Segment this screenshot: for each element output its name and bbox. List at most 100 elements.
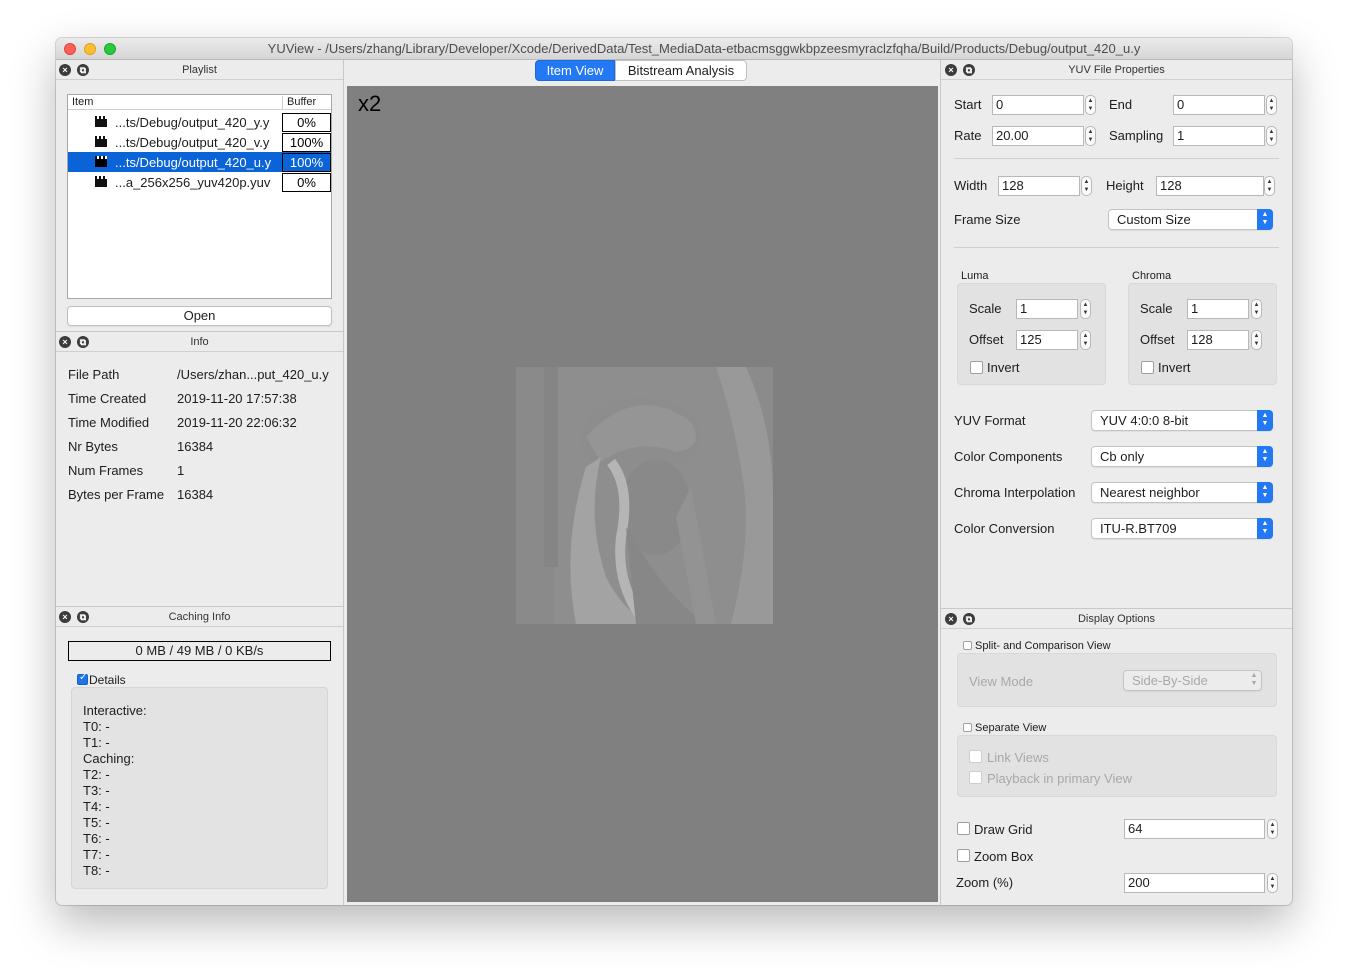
buffer-value: 100% [282, 153, 331, 172]
width-label: Width [954, 178, 988, 193]
end-stepper[interactable]: ▲ ▼ [1266, 95, 1277, 115]
height-stepper[interactable]: ▲ ▼ [1264, 176, 1275, 196]
playlist-item[interactable]: ...ts/Debug/output_420_y.y 0% [68, 112, 331, 132]
start-stepper[interactable]: ▲ ▼ [1085, 95, 1096, 115]
maximize-window-button[interactable] [104, 43, 116, 55]
color-components-select[interactable]: Cb only ▲ ▼ [1091, 446, 1273, 467]
luma-offset-label: Offset [969, 332, 1004, 347]
color-conversion-value: ITU-R.BT709 [1100, 521, 1177, 536]
playback-primary-label: Playback in primary View [987, 771, 1132, 786]
cache-line: T7: - [83, 847, 110, 862]
width-input[interactable]: 128 [998, 176, 1080, 196]
view-mode-select[interactable]: Side-By-Side ▲ ▼ [1123, 670, 1262, 691]
color-components-value: Cb only [1100, 449, 1145, 464]
playlist-panel-header: × ⧉ Playlist [56, 60, 343, 80]
end-label: End [1109, 97, 1133, 112]
view-mode-label: View Mode [969, 674, 1034, 689]
tab-bitstream-analysis[interactable]: Bitstream Analysis [615, 60, 747, 81]
draw-grid-checkbox[interactable] [957, 822, 970, 835]
info-label-num-frames: Num Frames [68, 463, 144, 478]
chroma-invert-label: Invert [1158, 360, 1191, 375]
playback-primary-checkbox[interactable] [969, 771, 982, 784]
video-view[interactable]: x2 [347, 86, 938, 902]
luma-invert-checkbox[interactable] [970, 361, 983, 374]
playlist-item-name: ...a_256x256_yuv420p.yuv [115, 175, 271, 190]
chroma-interpolation-select[interactable]: Nearest neighbor ▲ ▼ [1091, 482, 1273, 503]
chroma-offset-stepper[interactable]: ▲ ▼ [1251, 330, 1262, 350]
sampling-stepper[interactable]: ▲ ▼ [1266, 126, 1277, 146]
view-mode-value: Side-By-Side [1132, 673, 1208, 688]
rate-stepper[interactable]: ▲ ▼ [1085, 126, 1096, 146]
playlist-item-selected[interactable]: ...ts/Debug/output_420_u.y 100% [68, 152, 331, 172]
separate-view-checkbox[interactable] [963, 723, 972, 732]
playlist-title: Playlist [182, 64, 217, 76]
rate-label: Rate [954, 128, 982, 143]
split-view-label: Split- and Comparison View [975, 640, 1111, 652]
playlist-item[interactable]: ...ts/Debug/output_420_v.y 100% [68, 132, 331, 152]
playlist-item[interactable]: ...a_256x256_yuv420p.yuv 0% [68, 172, 331, 192]
start-input[interactable]: 0 [992, 95, 1084, 115]
yuv-format-select[interactable]: YUV 4:0:0 8-bit ▲ ▼ [1091, 410, 1273, 431]
zoom-percent-input[interactable]: 200 [1124, 873, 1265, 893]
luma-scale-label: Scale [969, 301, 1002, 316]
playlist-item-name: ...ts/Debug/output_420_u.y [115, 155, 272, 170]
sampling-input[interactable]: 1 [1173, 126, 1265, 146]
playlist-item-name: ...ts/Debug/output_420_y.y [115, 115, 270, 130]
column-item[interactable]: Item [72, 96, 93, 108]
luma-invert-label: Invert [987, 360, 1020, 375]
window-title: YUView - /Users/zhang/Library/Developer/… [267, 41, 1141, 56]
chroma-group-title: Chroma [1132, 270, 1172, 282]
info-value-time-modified: 2019-11-20 22:06:32 [177, 415, 297, 430]
chroma-scale-input[interactable]: 1 [1187, 299, 1249, 319]
info-panel-header: × ⧉ Info [56, 332, 343, 352]
splitter-left[interactable] [343, 60, 344, 905]
app-window: YUView - /Users/zhang/Library/Developer/… [56, 38, 1292, 905]
width-stepper[interactable]: ▲ ▼ [1081, 176, 1092, 196]
frame-size-select[interactable]: Custom Size ▲ ▼ [1108, 209, 1273, 230]
link-views-checkbox[interactable] [969, 750, 982, 763]
rate-input[interactable]: 20.00 [992, 126, 1084, 146]
zoom-box-checkbox[interactable] [957, 849, 970, 862]
minimize-window-button[interactable] [84, 43, 96, 55]
info-value-nr-bytes: 16384 [177, 439, 214, 454]
zoom-percent-stepper[interactable]: ▲ ▼ [1267, 873, 1278, 893]
close-window-button[interactable] [64, 43, 76, 55]
cache-line: T5: - [83, 815, 110, 830]
grid-size-input[interactable]: 64 [1124, 819, 1265, 839]
end-input[interactable]: 0 [1173, 95, 1265, 115]
luma-scale-stepper[interactable]: ▲ ▼ [1080, 299, 1091, 319]
split-view-checkbox[interactable] [963, 641, 972, 650]
color-conversion-select[interactable]: ITU-R.BT709 ▲ ▼ [1091, 518, 1273, 539]
info-label-nr-bytes: Nr Bytes [68, 439, 118, 454]
info-label-file-path: File Path [68, 367, 120, 382]
separator [954, 158, 1279, 159]
chroma-invert-checkbox[interactable] [1141, 361, 1154, 374]
luma-scale-input[interactable]: 1 [1016, 299, 1078, 319]
grid-size-stepper[interactable]: ▲ ▼ [1267, 819, 1278, 839]
display-options-title: Display Options [1077, 613, 1156, 625]
separate-view-group [957, 735, 1277, 797]
column-buffer[interactable]: Buffer [282, 96, 316, 110]
tab-item-view[interactable]: Item View [535, 60, 615, 81]
draw-grid-label: Draw Grid [974, 822, 1033, 837]
luma-offset-stepper[interactable]: ▲ ▼ [1080, 330, 1091, 350]
chroma-scale-stepper[interactable]: ▲ ▼ [1251, 299, 1262, 319]
chroma-scale-label: Scale [1140, 301, 1173, 316]
chroma-offset-input[interactable]: 128 [1187, 330, 1249, 350]
open-button[interactable]: Open [67, 306, 332, 326]
playlist-tree[interactable]: Item Buffer ...ts/Debug/output_420_y.y 0… [67, 94, 332, 299]
chevron-updown-icon: ▲ ▼ [1257, 410, 1273, 431]
chroma-interpolation-label: Chroma Interpolation [954, 485, 1076, 500]
caching-title: Caching Info [168, 611, 231, 623]
details-checkbox[interactable] [77, 672, 88, 685]
separate-view-label: Separate View [975, 722, 1047, 734]
height-input[interactable]: 128 [1156, 176, 1264, 196]
zoom-percent-label: Zoom (%) [956, 875, 1014, 890]
cache-line: T2: - [83, 767, 110, 782]
cache-line: T1: - [83, 735, 110, 750]
info-title: Info [190, 336, 209, 348]
title-bar: YUView - /Users/zhang/Library/Developer/… [56, 38, 1292, 60]
chevron-updown-icon: ▲ ▼ [1257, 482, 1273, 503]
splitter-right[interactable] [940, 60, 941, 905]
luma-offset-input[interactable]: 125 [1016, 330, 1078, 350]
